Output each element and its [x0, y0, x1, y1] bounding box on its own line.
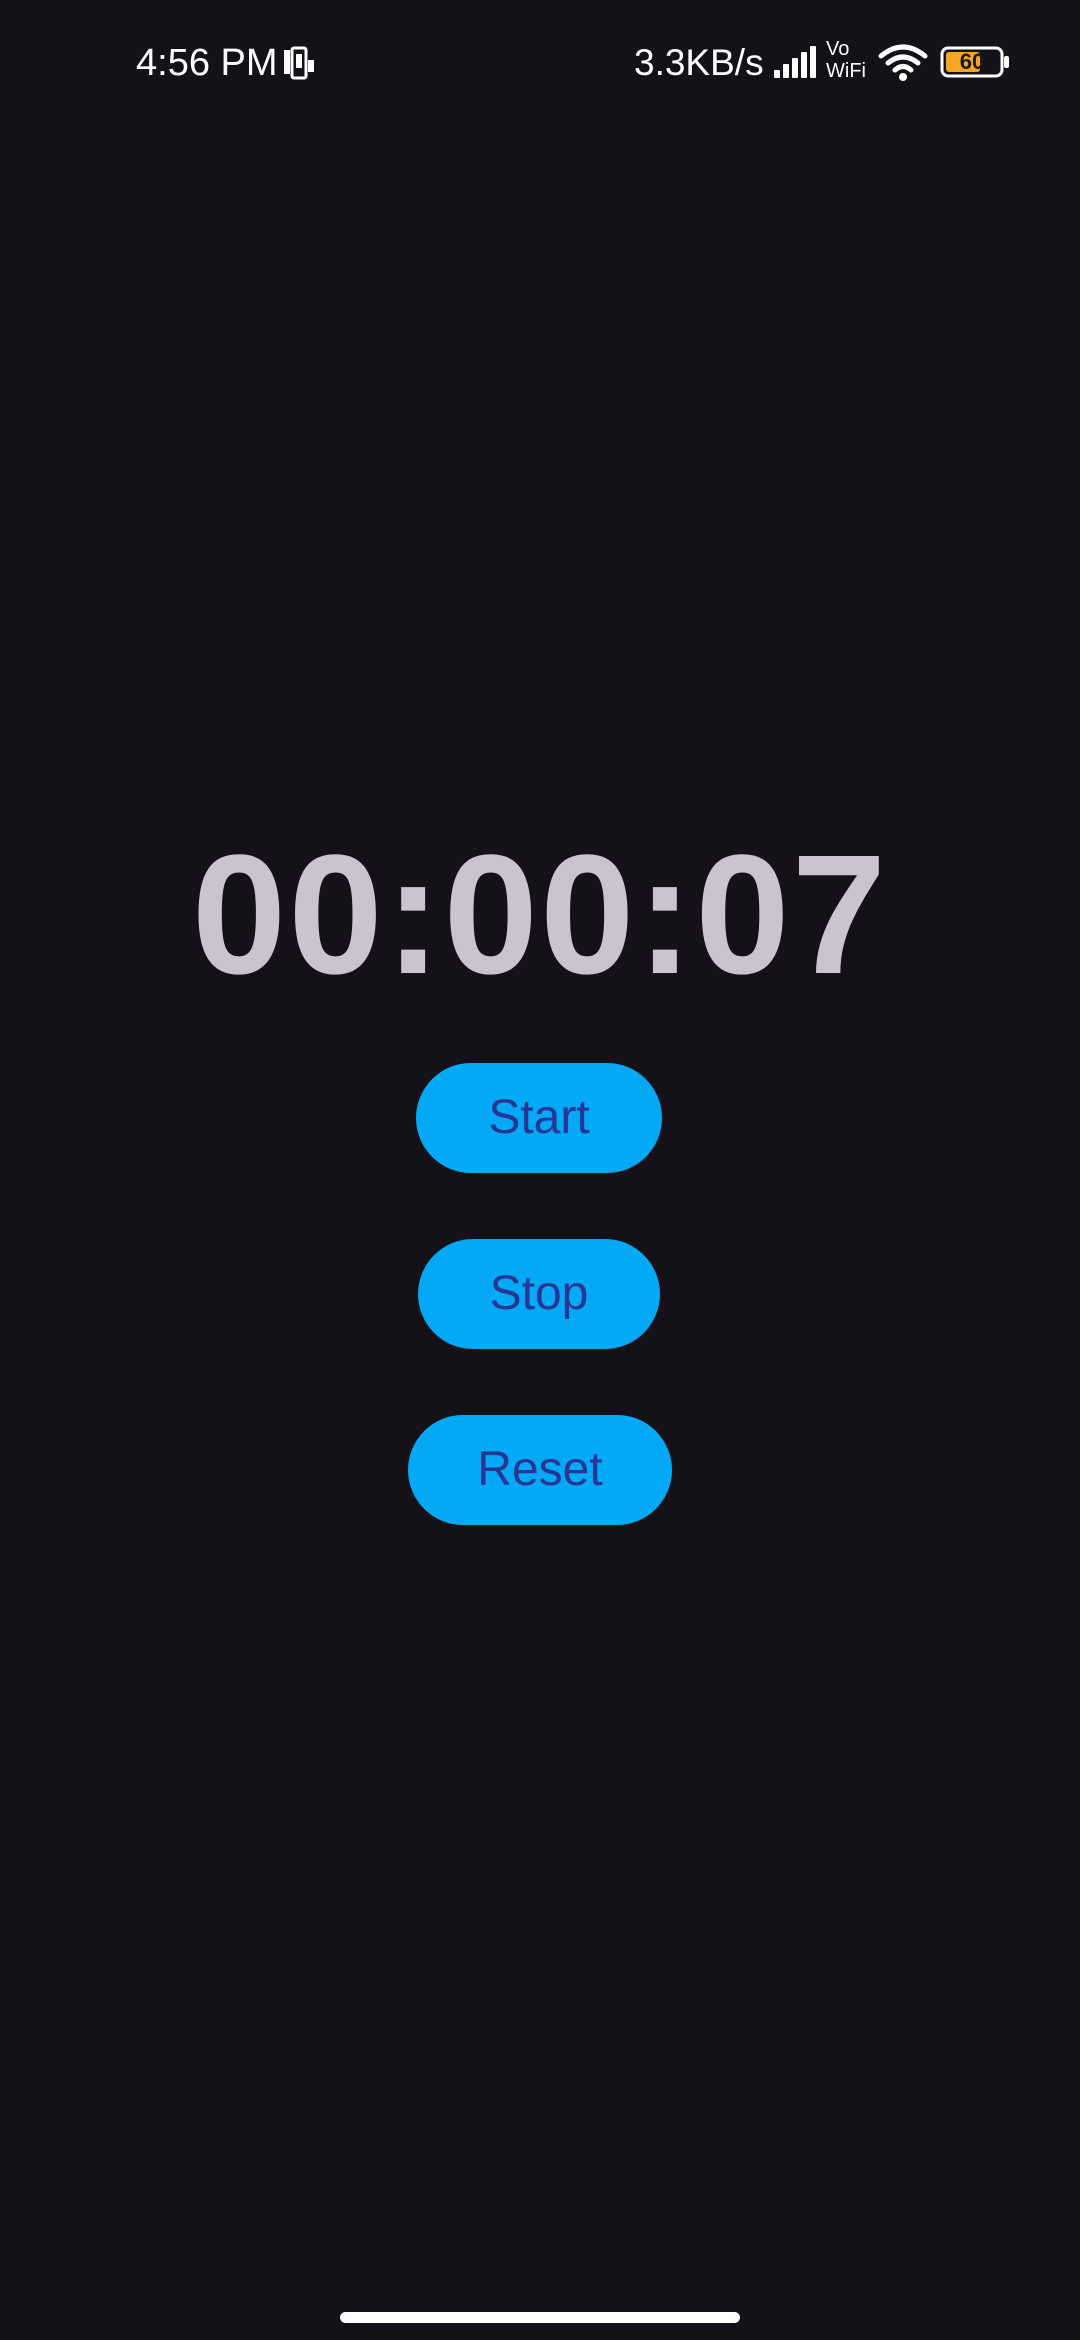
reset-button[interactable]: Reset: [408, 1415, 672, 1525]
wifi-icon: [878, 44, 928, 81]
battery-icon: 60: [940, 46, 1012, 78]
vowifi-icon: Vo WiFi: [826, 38, 872, 84]
stop-button[interactable]: Stop: [418, 1239, 660, 1349]
status-bar: 4:56 PM 3.3KB/s Vo WiFi 60: [0, 0, 1080, 125]
status-time: 4:56 PM: [136, 42, 278, 84]
vowifi-bottom-label: WiFi: [826, 60, 866, 82]
stopwatch-time-display: 00:00:07: [191, 820, 889, 1010]
network-speed: 3.3KB/s: [634, 42, 764, 83]
stopwatch-screen: 4:56 PM 3.3KB/s Vo WiFi 60 00:00:07 Star…: [0, 0, 1080, 2340]
start-button[interactable]: Start: [416, 1063, 662, 1173]
battery-level: 60: [959, 49, 985, 74]
vowifi-top-label: Vo: [826, 38, 850, 60]
phone-screen-icon: [284, 46, 314, 80]
signal-icon: [774, 46, 816, 78]
home-indicator[interactable]: [340, 2312, 740, 2323]
